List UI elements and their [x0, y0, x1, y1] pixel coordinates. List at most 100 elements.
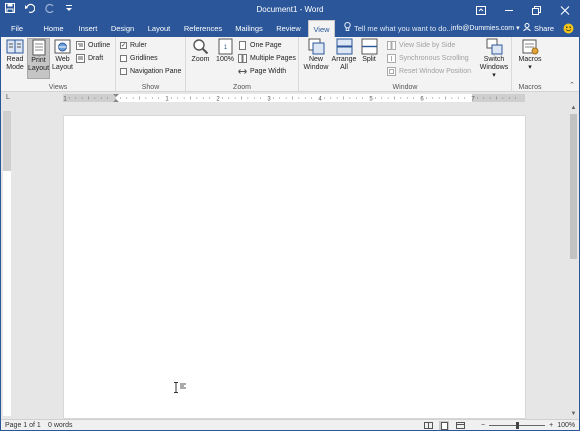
- ruler-check[interactable]: ✓: [120, 42, 127, 49]
- side-by-side-icon: [387, 41, 396, 50]
- tab-review[interactable]: Review: [271, 20, 306, 37]
- web-layout-label-1: Web: [55, 56, 70, 63]
- macros-icon: [522, 39, 538, 55]
- web-layout-view-icon[interactable]: [455, 421, 465, 430]
- ruler-number: 3: [267, 97, 271, 103]
- zoom-control: − + 100%: [481, 421, 575, 430]
- draft-label: Draft: [88, 55, 104, 62]
- window-group: New Window Arrange All Split View Side b…: [299, 37, 512, 92]
- web-layout-button[interactable]: Web Layout: [51, 38, 74, 72]
- vertical-scrollbar[interactable]: ▲ ▼: [568, 104, 579, 419]
- tell-me-box[interactable]: Tell me what you want to do...: [344, 20, 453, 37]
- read-mode-view-icon[interactable]: [423, 421, 433, 430]
- page-width-label: Page Width: [250, 68, 287, 75]
- zoom-percentage[interactable]: 100%: [557, 422, 575, 429]
- switch-windows-button[interactable]: Switch Windows ▾: [478, 38, 510, 80]
- zoom-100-button[interactable]: 1 100%: [214, 38, 236, 64]
- status-bar: Page 1 of 1 0 words − + 100%: [1, 419, 579, 430]
- tell-me-placeholder: Tell me what you want to do...: [354, 24, 453, 33]
- print-layout-view-icon[interactable]: [439, 421, 449, 430]
- tab-insert[interactable]: Insert: [72, 20, 104, 37]
- minimize-icon[interactable]: [495, 1, 523, 20]
- switch-windows-label-1: Switch: [483, 56, 505, 63]
- ribbon-display-options-icon[interactable]: [467, 1, 495, 20]
- word-count[interactable]: 0 words: [48, 422, 73, 429]
- print-layout-label-1: Print: [31, 57, 46, 64]
- gridlines-label: Gridlines: [130, 55, 158, 62]
- split-button[interactable]: Split: [358, 38, 380, 64]
- word-window: Document1 - Word File Home Insert Design…: [0, 0, 580, 431]
- window-controls: [467, 1, 579, 20]
- scroll-down-icon[interactable]: ▼: [568, 410, 579, 419]
- page-width-icon: [238, 69, 247, 74]
- restore-icon[interactable]: [523, 1, 551, 20]
- zoom-slider[interactable]: [489, 421, 546, 430]
- new-window-icon: [308, 38, 324, 55]
- ruler-number: 6: [420, 97, 424, 103]
- web-layout-label-2: Layout: [51, 64, 74, 71]
- reset-position-icon: [387, 67, 396, 76]
- scroll-thumb[interactable]: [570, 114, 577, 259]
- window-group-label: Window: [392, 84, 418, 91]
- tab-design[interactable]: Design: [106, 20, 139, 37]
- arrange-all-button[interactable]: Arrange All: [331, 38, 357, 72]
- navigation-pane-checkbox[interactable]: Navigation Pane: [120, 66, 181, 77]
- print-layout-button[interactable]: Print Layout: [27, 38, 50, 79]
- person-icon: [523, 20, 531, 37]
- navigation-pane-check[interactable]: [120, 68, 127, 75]
- tab-references[interactable]: References: [179, 20, 227, 37]
- arrange-all-icon: [336, 38, 352, 55]
- tab-view[interactable]: View: [308, 20, 335, 38]
- ribbon: Read Mode Print Layout Web Layout Outlin…: [1, 37, 579, 92]
- read-mode-label-1: Read: [6, 56, 24, 63]
- multiple-pages-button[interactable]: Multiple Pages: [238, 53, 296, 64]
- share-button[interactable]: Share: [523, 20, 554, 37]
- gridlines-check[interactable]: [120, 55, 127, 62]
- smiley-feedback-icon[interactable]: [563, 23, 574, 36]
- read-mode-icon: [6, 39, 24, 54]
- page-count[interactable]: Page 1 of 1: [5, 422, 41, 429]
- tab-file[interactable]: File: [5, 20, 29, 37]
- switch-windows-icon: [486, 38, 502, 55]
- views-group: Read Mode Print Layout Web Layout Outlin…: [1, 37, 116, 92]
- ruler-number: 7: [471, 97, 475, 103]
- draft-button[interactable]: Draft: [76, 53, 103, 64]
- new-window-button[interactable]: New Window: [302, 38, 330, 72]
- tab-mailings[interactable]: Mailings: [229, 20, 269, 37]
- zoom-in-icon[interactable]: +: [549, 422, 553, 429]
- indent-marker[interactable]: [113, 94, 119, 102]
- horizontal-ruler[interactable]: 1 1 2 3 4 5 6 7: [63, 94, 525, 102]
- magnifier-icon: [193, 39, 209, 55]
- zoom-label: Zoom: [191, 56, 210, 63]
- ruler-label: Ruler: [130, 42, 147, 49]
- zoom-slider-knob[interactable]: [515, 422, 519, 429]
- document-page[interactable]: [63, 115, 526, 419]
- gridlines-checkbox[interactable]: Gridlines: [120, 53, 158, 64]
- chevron-down-icon: ▾: [528, 64, 532, 71]
- collapse-ribbon-icon[interactable]: ⌃: [569, 81, 575, 89]
- tab-selector-icon[interactable]: L: [4, 94, 12, 102]
- read-mode-button[interactable]: Read Mode: [4, 38, 26, 72]
- macros-button[interactable]: Macros ▾: [515, 38, 545, 72]
- document-canvas: [12, 104, 568, 419]
- reset-window-position-button[interactable]: Reset Window Position: [387, 66, 471, 77]
- outline-button[interactable]: Outline: [76, 40, 110, 51]
- ruler-number: 1: [165, 97, 169, 103]
- tab-home[interactable]: Home: [37, 20, 70, 37]
- scroll-up-icon[interactable]: ▲: [568, 104, 579, 113]
- tab-layout[interactable]: Layout: [141, 20, 177, 37]
- page-width-button[interactable]: Page Width: [238, 66, 286, 77]
- view-shortcuts: [423, 421, 465, 430]
- user-account[interactable]: info@Dummies.com ▾: [451, 20, 520, 37]
- zoom-button[interactable]: Zoom: [189, 38, 212, 64]
- zoom-out-icon[interactable]: −: [481, 422, 485, 429]
- new-window-label-1: New: [308, 56, 323, 63]
- view-side-by-side-button[interactable]: View Side by Side: [387, 40, 455, 51]
- vertical-ruler[interactable]: [3, 111, 11, 416]
- one-page-button[interactable]: One Page: [238, 40, 282, 51]
- zoom-100-label: 100%: [216, 56, 234, 63]
- ruler-checkbox[interactable]: ✓ Ruler: [120, 40, 147, 51]
- read-mode-label-2: Mode: [6, 64, 24, 71]
- synchronous-scrolling-button[interactable]: Synchronous Scrolling: [387, 53, 469, 64]
- close-icon[interactable]: [551, 1, 579, 20]
